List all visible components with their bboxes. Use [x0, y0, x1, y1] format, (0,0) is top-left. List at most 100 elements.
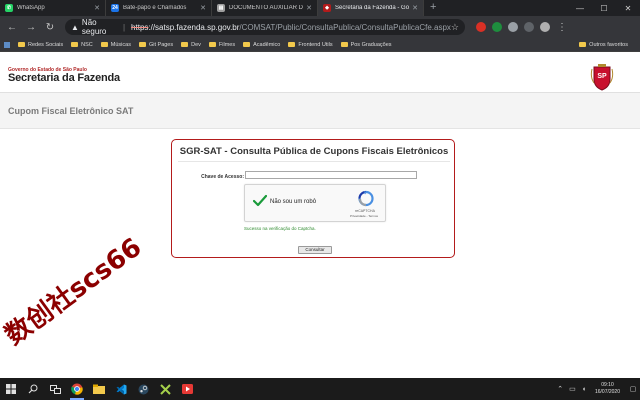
- chave-acesso-label: Chave de Acesso:: [201, 174, 244, 180]
- bookmark-star-icon[interactable]: ☆: [451, 22, 459, 33]
- notifications-icon[interactable]: ▢: [626, 378, 640, 400]
- reload-icon[interactable]: ↻: [42, 19, 58, 35]
- recaptcha-links[interactable]: Privacidade - Termos: [341, 214, 387, 218]
- file-explorer-icon: [93, 384, 105, 394]
- brasao-text: SP: [597, 73, 607, 80]
- folder-icon: [208, 42, 216, 47]
- bookmark-label: Filmes: [218, 41, 236, 48]
- bookmark-frontend-utils[interactable]: Frontend Utils: [288, 41, 333, 48]
- consultar-button[interactable]: Consultar: [298, 246, 332, 254]
- recaptcha-logo-icon: [358, 190, 374, 207]
- clock-time: 09:10: [601, 382, 614, 388]
- bookmark-label: Músicas: [110, 41, 131, 48]
- chave-acesso-input[interactable]: [245, 171, 417, 179]
- folder-icon: [100, 42, 108, 47]
- close-icon[interactable]: ✕: [306, 4, 312, 12]
- folder-icon: [243, 42, 251, 47]
- chrome-taskbar-button[interactable]: [66, 378, 88, 400]
- folder-icon: [579, 42, 587, 47]
- extension-gray-icon[interactable]: [508, 22, 518, 32]
- folder-icon: [71, 42, 79, 47]
- folder-icon: [18, 42, 25, 47]
- maximize-icon[interactable]: ☐: [592, 0, 616, 16]
- folder-icon: [340, 42, 348, 47]
- tab-secretaria-fazenda[interactable]: ◆ Secretaria da Fazenda - Governo ✕: [318, 0, 424, 16]
- sefaz-favicon: ◆: [323, 4, 331, 12]
- back-icon[interactable]: ←: [4, 19, 20, 35]
- bookmark-academico[interactable]: Acadêmico: [243, 42, 280, 48]
- apps-icon[interactable]: [4, 41, 10, 48]
- volume-icon[interactable]: ◖: [582, 386, 586, 393]
- system-tray: ⌃ ▭ ◖ 09:10 16/07/2020 ▢: [554, 378, 640, 400]
- tab-bate-papo[interactable]: 24 Bate-papo e Chamados ✕: [106, 0, 212, 16]
- bookmark-label: Pos Graduações: [350, 41, 392, 48]
- close-icon[interactable]: ✕: [412, 4, 418, 12]
- bookmark-nsc[interactable]: NSC: [71, 42, 93, 48]
- bookmarks-bar: Redes Sociais NSC Músicas Git Pages Dev …: [0, 38, 640, 52]
- url-path: /COMSAT/Public/ConsultaPublica/ConsultaP…: [239, 22, 451, 32]
- tab-label: DOCUMENTO AUXILIAR DA NO: [229, 5, 303, 11]
- close-icon[interactable]: ✕: [94, 4, 100, 12]
- warning-icon[interactable]: ▲: [71, 23, 79, 32]
- extension-icons: [473, 22, 553, 32]
- bookmark-other[interactable]: Outros favoritos: [579, 42, 628, 48]
- network-icon[interactable]: ▭: [569, 385, 576, 393]
- chrome-icon: [71, 383, 83, 395]
- start-button[interactable]: [0, 378, 22, 400]
- new-tab-button[interactable]: +: [424, 0, 442, 16]
- tab-label: WhatsApp: [17, 5, 45, 11]
- extension-puzzle-icon[interactable]: [524, 22, 534, 32]
- bookmark-label: Frontend Utils: [298, 41, 333, 48]
- browser-toolbar: ← → ↻ ▲ Não seguro | https://satsp.fazen…: [0, 16, 640, 38]
- folder-icon: [138, 42, 146, 47]
- bookmark-label: NSC: [81, 41, 93, 48]
- app-taskbar-button[interactable]: [154, 378, 176, 400]
- checkmark-icon[interactable]: [253, 194, 267, 208]
- steam-icon: [138, 384, 148, 394]
- vscode-icon: [116, 384, 126, 394]
- steam-taskbar-button[interactable]: [132, 378, 154, 400]
- task-view-icon: [49, 384, 61, 394]
- tab-whatsapp[interactable]: ✆ WhatsApp ✕: [0, 0, 106, 16]
- vscode-taskbar-button[interactable]: [110, 378, 132, 400]
- bookmark-pos-graduacoes[interactable]: Pos Graduações: [340, 41, 392, 48]
- minimize-icon[interactable]: —: [568, 0, 592, 16]
- media-player-icon: [181, 384, 193, 394]
- bookmark-filmes[interactable]: Filmes: [208, 41, 236, 48]
- url-host: ://satsp.fazenda.sp.gov.br: [148, 22, 240, 32]
- bookmark-musicas[interactable]: Músicas: [100, 41, 131, 48]
- media-taskbar-button[interactable]: [176, 378, 198, 400]
- extension-green-icon[interactable]: [492, 22, 502, 32]
- bookmark-git-pages[interactable]: Git Pages: [138, 42, 173, 48]
- folder-icon: [288, 42, 296, 47]
- clock[interactable]: 09:10 16/07/2020: [595, 382, 620, 396]
- chevron-up-icon[interactable]: ⌃: [557, 385, 563, 393]
- address-bar[interactable]: ▲ Não seguro | https://satsp.fazenda.sp.…: [65, 18, 465, 36]
- recaptcha-widget[interactable]: Não sou um robô reCAPTCHA Privacidade - …: [244, 184, 386, 222]
- bookmark-dev[interactable]: Dev: [181, 42, 201, 48]
- captcha-success-message: Sucesso na verificação do Captcha.: [244, 226, 316, 231]
- bookmark-redes-sociais[interactable]: Redes Sociais: [18, 42, 63, 48]
- tab-documento-auxiliar[interactable]: ▤ DOCUMENTO AUXILIAR DA NO ✕: [212, 0, 318, 16]
- folder-taskbar-button[interactable]: [88, 378, 110, 400]
- site-header: Governo do Estado de São Paulo Secretari…: [0, 53, 640, 93]
- forward-icon[interactable]: →: [23, 19, 39, 35]
- menu-icon[interactable]: ⋮: [557, 22, 567, 33]
- close-window-icon[interactable]: ✕: [616, 0, 640, 16]
- close-icon[interactable]: ✕: [200, 4, 206, 12]
- search-button[interactable]: [22, 378, 44, 400]
- separator: |: [122, 22, 126, 32]
- task-view-button[interactable]: [44, 378, 66, 400]
- extension-red-icon[interactable]: [476, 22, 486, 32]
- app-x-icon: [159, 383, 171, 395]
- watermark-text: 数创社scs66: [0, 232, 148, 352]
- recaptcha-brand: reCAPTCHA: [355, 209, 375, 213]
- folder-icon: [181, 42, 189, 47]
- url-protocol: https: [131, 22, 149, 32]
- browser-tab-bar: ✆ WhatsApp ✕ 24 Bate-papo e Chamados ✕ ▤…: [0, 0, 640, 16]
- profile-avatar-icon[interactable]: [540, 22, 550, 32]
- windows-logo-icon: [6, 384, 16, 394]
- secretaria-title: Secretaria da Fazenda: [8, 72, 120, 84]
- windows-taskbar: ⌃ ▭ ◖ 09:10 16/07/2020 ▢: [0, 378, 640, 400]
- chat-24-icon: 24: [111, 4, 119, 12]
